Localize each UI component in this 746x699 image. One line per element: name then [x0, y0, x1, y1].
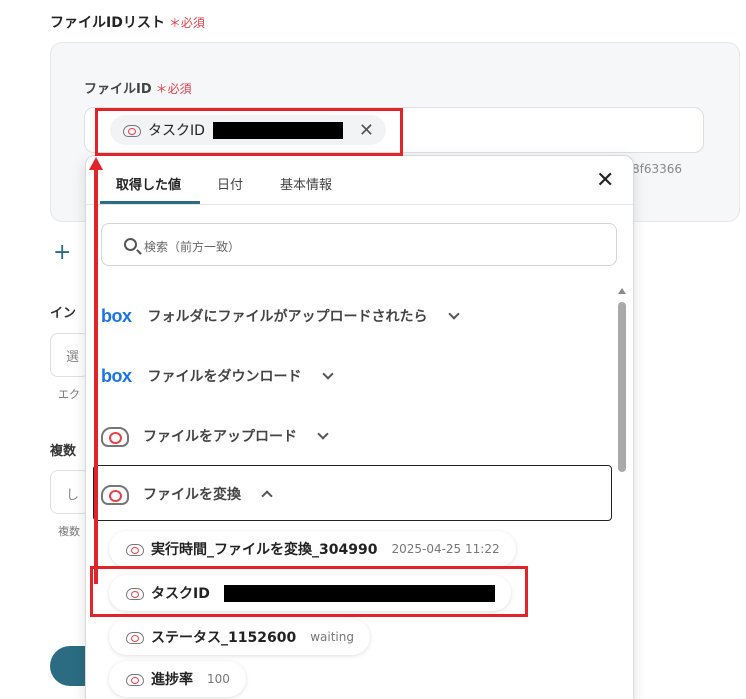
item-value: waiting [310, 630, 354, 644]
list-item-task-id[interactable]: タスクID [109, 575, 511, 611]
cloud-icon [125, 587, 144, 600]
box-logo-icon: box [101, 305, 132, 326]
group-label: ファイルをアップロード [143, 429, 297, 445]
peek-help-1: エク [58, 388, 80, 401]
group-file-convert[interactable]: ファイルを変換 [101, 474, 273, 514]
peek-label-2: 複数 [50, 444, 77, 459]
chip-label: タスクID [148, 123, 205, 139]
peek-input-1-text: 選 [66, 350, 80, 365]
item-label: 進捗率 [151, 672, 193, 688]
redacted-block [223, 584, 495, 602]
group-label: フォルダにファイルがアップロードされたら [147, 309, 428, 325]
item-label: 実行時間_ファイルを変換_304990 [151, 542, 378, 558]
cloud-icon [125, 543, 144, 556]
field-tail-text: 8f63366 [632, 162, 683, 176]
peek-label-1: イン [50, 306, 77, 321]
box-logo-icon: box [101, 365, 132, 386]
required-mark: ＊必須 [168, 16, 205, 30]
task-id-chip[interactable]: タスクID ✕ [110, 115, 387, 145]
chevron-down-icon [447, 308, 460, 320]
panel-tabs: 取得した値 日付 基本情報 ✕ [86, 156, 633, 205]
peek-help-2: 複数 [58, 525, 80, 538]
annotation-line [94, 170, 98, 584]
scrollbar-thumb[interactable] [618, 302, 626, 472]
add-plus-icon[interactable]: + [53, 240, 71, 265]
item-value: 100 [207, 672, 230, 686]
file-id-list-label: ファイルIDリスト ＊必須 [50, 12, 205, 32]
list-item-progress[interactable]: 進捗率 100 [109, 661, 246, 697]
chevron-down-icon [317, 428, 329, 440]
search-icon [124, 238, 137, 251]
item-label: タスクID [151, 586, 210, 602]
active-tab-indicator [100, 201, 200, 204]
group-label: ファイルを変換 [143, 487, 241, 503]
required-mark-inner: ＊必須 [155, 82, 192, 96]
tab-date[interactable]: 日付 [217, 174, 243, 193]
tab-acquired-values[interactable]: 取得した値 [116, 174, 181, 193]
file-id-label-text: ファイルID [84, 82, 152, 97]
close-icon[interactable]: ✕ [596, 170, 614, 192]
item-label: ステータス_1152600 [151, 630, 297, 646]
file-id-label: ファイルID ＊必須 [84, 78, 192, 97]
list-item-status[interactable]: ステータス_1152600 waiting [109, 619, 370, 655]
list-item-execution-time[interactable]: 実行時間_ファイルを変換_304990 2025-04-25 11:22 [109, 531, 516, 567]
chevron-up-icon [261, 490, 273, 502]
group-label: ファイルをダウンロード [147, 369, 302, 385]
redacted-block [212, 121, 343, 139]
value-picker-panel: 取得した値 日付 基本情報 ✕ 検索（前方一致） box フォルダにファイルがア… [85, 155, 634, 699]
search-placeholder: 検索（前方一致） [144, 240, 241, 254]
group-file-upload[interactable]: ファイルをアップロード [101, 416, 329, 456]
annotation-arrow-icon [89, 157, 103, 170]
chip-remove-icon[interactable]: ✕ [359, 120, 374, 141]
group-folder-upload[interactable]: box フォルダにファイルがアップロードされたら [101, 296, 460, 336]
search-input[interactable]: 検索（前方一致） [101, 223, 617, 266]
cloud-icon [101, 485, 129, 505]
file-id-list-label-text: ファイルIDリスト [50, 15, 165, 31]
cloud-icon [125, 673, 144, 686]
cloud-icon [122, 124, 141, 137]
tab-basic-info[interactable]: 基本情報 [280, 174, 332, 193]
peek-input-2-text: し [66, 488, 80, 503]
item-value: 2025-04-25 11:22 [391, 542, 500, 556]
group-file-download[interactable]: box ファイルをダウンロード [101, 356, 334, 396]
scroll-up-arrow-icon[interactable] [618, 288, 626, 294]
cloud-icon [101, 427, 129, 447]
cloud-icon [125, 631, 144, 644]
chevron-down-icon [321, 368, 334, 380]
